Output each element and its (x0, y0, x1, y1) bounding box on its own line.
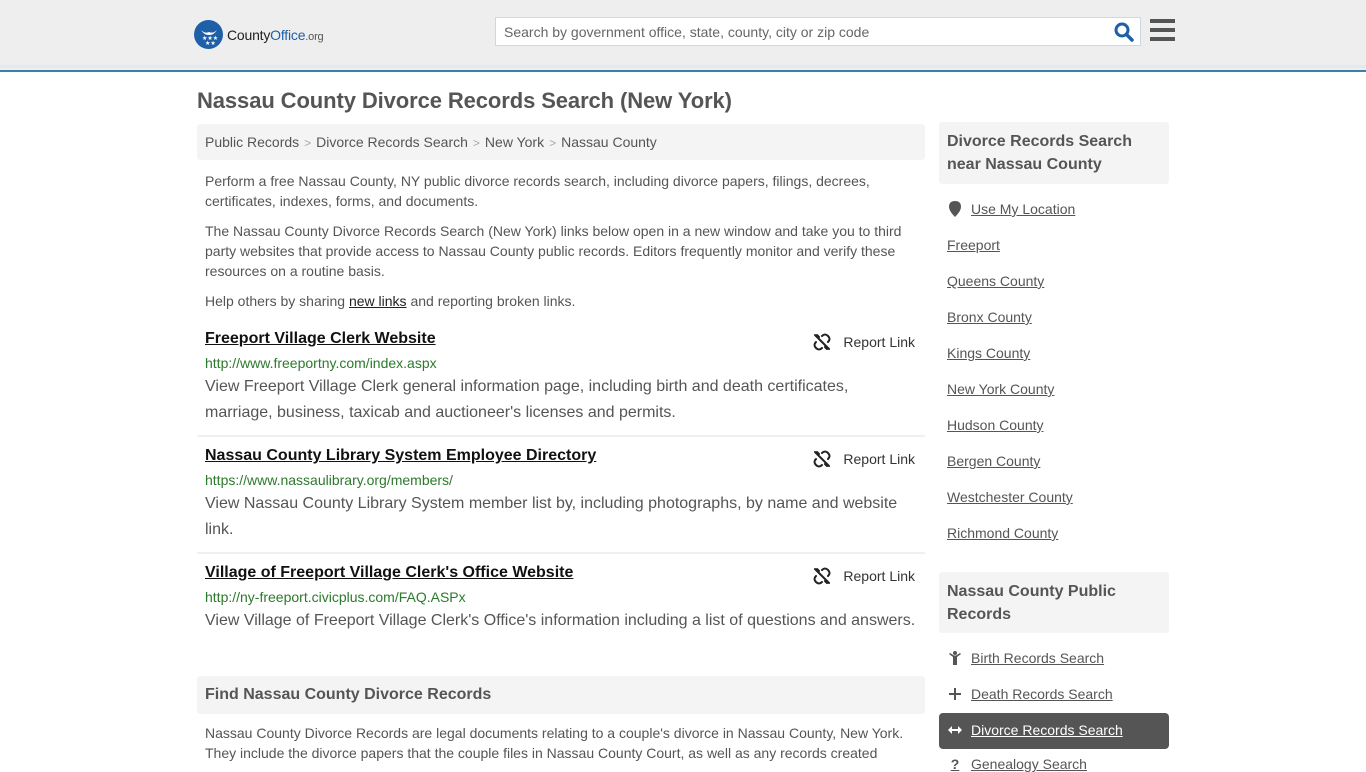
breadcrumb: Public Records > Divorce Records Search > Ne… (197, 124, 925, 160)
result-title-link[interactable]: Freeport Village Clerk Website (205, 330, 436, 348)
sidebar-item-genealogy[interactable]: ? Genealogy Search (947, 756, 1087, 772)
report-link-button[interactable]: Report Link (813, 333, 915, 351)
public-records-heading: Nassau County Public Records (939, 572, 1169, 633)
child-icon (947, 651, 963, 665)
breadcrumb-new-york[interactable]: New York (485, 134, 544, 150)
use-my-location-link[interactable]: Use My Location (947, 201, 1075, 217)
search-icon (1114, 22, 1134, 42)
report-link-label: Report Link (843, 568, 915, 584)
report-link-button[interactable]: Report Link (813, 567, 915, 585)
use-my-location-label: Use My Location (971, 201, 1076, 217)
search-button[interactable] (1114, 22, 1134, 42)
broken-link-icon (813, 567, 831, 585)
result-description: View Freeport Village Clerk general info… (205, 378, 849, 421)
nearby-link-hudson-county[interactable]: Hudson County (947, 417, 1044, 433)
intro-text-before: Help others by sharing (205, 293, 349, 309)
result-url: https://www.nassaulibrary.org/members/ (205, 472, 453, 488)
eagle-stars-icon: ★★★ ★★ (194, 20, 223, 49)
nearby-link-freeport[interactable]: Freeport (947, 237, 1000, 253)
nearby-link-kings-county[interactable]: Kings County (947, 345, 1030, 361)
nearby-link-bergen-county[interactable]: Bergen County (947, 453, 1040, 469)
breadcrumb-divorce-records-search[interactable]: Divorce Records Search (316, 134, 468, 150)
result-item: Nassau County Library System Employee Di… (197, 447, 925, 554)
intro-text-after: and reporting broken links. (406, 293, 576, 309)
sidebar-item-divorce-records[interactable]: Divorce Records Search (947, 722, 1123, 738)
map-marker-icon (947, 201, 963, 217)
nearby-link-westchester-county[interactable]: Westchester County (947, 489, 1073, 505)
result-item: Village of Freeport Village Clerk's Offi… (197, 564, 925, 644)
result-title-link[interactable]: Nassau County Library System Employee Di… (205, 447, 596, 465)
birth-records-label: Birth Records Search (971, 650, 1105, 666)
top-bar: ★★★ ★★ CountyOffice.org (0, 0, 1366, 72)
intro-paragraph-1: Perform a free Nassau County, NY public … (205, 173, 870, 209)
search-box (495, 17, 1141, 46)
result-item: Freeport Village Clerk Website Report Li… (197, 330, 925, 437)
result-title-link[interactable]: Village of Freeport Village Clerk's Offi… (205, 564, 573, 582)
breadcrumb-separator: > (549, 136, 557, 150)
question-icon: ? (950, 756, 960, 772)
result-description: View Nassau County Library System member… (205, 495, 898, 538)
site-logo[interactable]: ★★★ ★★ CountyOffice.org (194, 20, 324, 49)
broken-link-icon (813, 333, 831, 351)
report-link-label: Report Link (843, 451, 915, 467)
nearby-heading: Divorce Records Search near Nassau Count… (939, 122, 1169, 184)
find-section-heading: Find Nassau County Divorce Records (197, 676, 925, 714)
plus-icon (947, 688, 963, 700)
hamburger-menu-button[interactable] (1150, 19, 1175, 41)
new-links-link[interactable]: new links (349, 293, 407, 309)
broken-link-icon (813, 450, 831, 468)
result-description: View Village of Freeport Village Clerk's… (205, 612, 916, 629)
sidebar-item-birth-records[interactable]: Birth Records Search (947, 650, 1104, 666)
nearby-link-queens-county[interactable]: Queens County (947, 273, 1044, 289)
find-section-text: Nassau County Divorce Records are legal … (205, 725, 904, 761)
nearby-link-richmond-county[interactable]: Richmond County (947, 525, 1058, 541)
arrows-horizontal-icon (947, 725, 963, 735)
nearby-link-new-york-county[interactable]: New York County (947, 381, 1054, 397)
breadcrumb-nassau-county[interactable]: Nassau County (561, 134, 657, 150)
menu-line (1150, 19, 1175, 23)
breadcrumb-public-records[interactable]: Public Records (205, 134, 299, 150)
nearby-link-bronx-county[interactable]: Bronx County (947, 309, 1032, 325)
death-records-label: Death Records Search (971, 686, 1113, 702)
intro-paragraph-3: Help others by sharing new links and rep… (205, 291, 917, 311)
breadcrumb-separator: > (472, 136, 480, 150)
intro-text: Perform a free Nassau County, NY public … (205, 171, 917, 321)
sidebar-item-death-records[interactable]: Death Records Search (947, 686, 1113, 702)
search-input[interactable] (496, 18, 1106, 45)
report-link-label: Report Link (843, 334, 915, 350)
result-url: http://ny-freeport.civicplus.com/FAQ.ASP… (205, 589, 466, 605)
intro-paragraph-2: The Nassau County Divorce Records Search… (205, 223, 902, 279)
breadcrumb-separator: > (304, 136, 312, 150)
page-title: Nassau County Divorce Records Search (Ne… (197, 88, 732, 113)
svg-text:★★: ★★ (205, 40, 216, 45)
divorce-records-label: Divorce Records Search (971, 722, 1123, 738)
genealogy-label: Genealogy Search (971, 756, 1087, 772)
logo-text: CountyOffice.org (227, 26, 324, 43)
menu-line (1150, 28, 1175, 32)
report-link-button[interactable]: Report Link (813, 450, 915, 468)
result-url: http://www.freeportny.com/index.aspx (205, 355, 437, 371)
menu-line (1150, 37, 1175, 41)
